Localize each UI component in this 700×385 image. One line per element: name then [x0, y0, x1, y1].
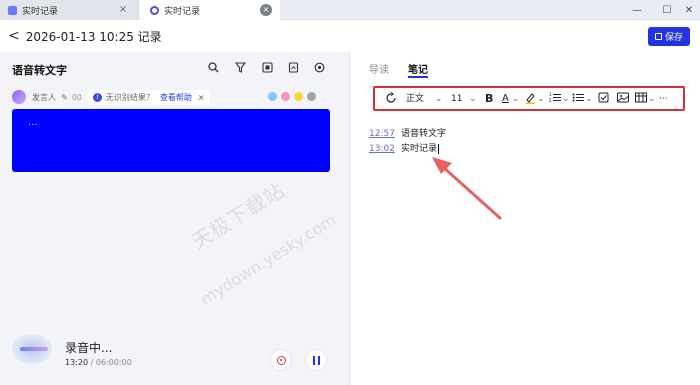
- annotation-arrow: [432, 157, 502, 220]
